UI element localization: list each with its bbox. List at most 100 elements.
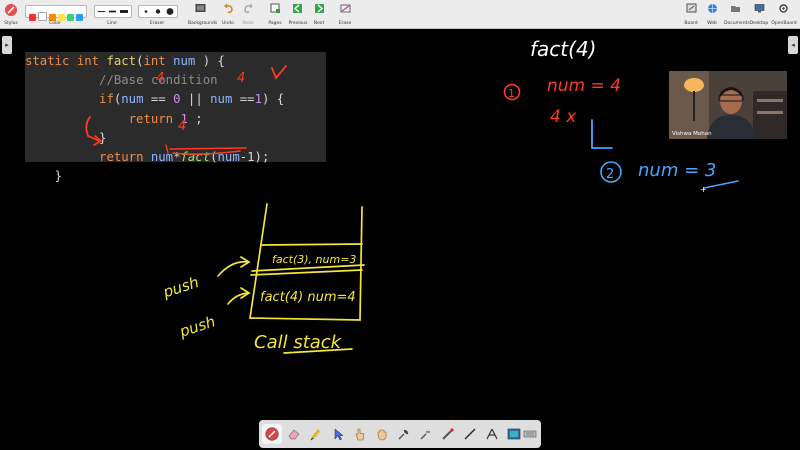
pointer-icon: [334, 428, 344, 441]
push-arrow-top: [217, 260, 249, 277]
code-snippet-panel: static int fact(int num ) { //Base condi…: [25, 52, 326, 183]
text-tool-button[interactable]: [482, 424, 502, 444]
zoom-in-tool-button[interactable]: [394, 424, 414, 444]
presenter-name: Vishwa Mohan: [672, 131, 712, 137]
code-block: static int fact(int num ) { //Base condi…: [25, 52, 284, 186]
line-width-selector[interactable]: [94, 5, 132, 18]
zoom-out-icon: [420, 431, 430, 440]
line-tool-button[interactable]: [460, 424, 480, 444]
hand-icon: [377, 429, 387, 441]
redo-button[interactable]: Redo: [238, 2, 258, 26]
eraser-group: Eraser: [137, 2, 178, 26]
code-line: return 1 ;: [25, 110, 284, 129]
color-swatch[interactable]: [38, 12, 47, 21]
backgrounds-icon: [195, 4, 206, 12]
pages-button[interactable]: Pages: [265, 2, 285, 26]
keyboard-icon: [523, 430, 537, 438]
eraser-icon: [288, 429, 300, 440]
code-line: if(num == 0 || num ==1) {: [25, 90, 284, 109]
marker-tool-button[interactable]: [306, 424, 326, 444]
stylus-button[interactable]: Stylus: [2, 2, 20, 26]
code-token: num: [173, 54, 196, 68]
code-token: //Base condition: [99, 73, 218, 88]
code-token: }: [54, 169, 63, 184]
drawing-tools-toolbar: [259, 420, 541, 448]
pointer-tool-button[interactable]: [328, 424, 348, 444]
code-token: num: [210, 92, 233, 107]
code-token: }: [99, 130, 107, 145]
zoom-out-tool-button[interactable]: [416, 424, 436, 444]
backgrounds-label: Backgrounds: [188, 21, 218, 26]
code-token: num: [217, 149, 240, 164]
right-panel-toggle[interactable]: ◂: [788, 36, 798, 54]
erase-button[interactable]: Erase: [335, 2, 355, 26]
web-button[interactable]: Web: [702, 2, 722, 26]
color-label: Color: [49, 21, 61, 26]
desktop-label: Desktop: [749, 21, 769, 26]
stylus-label: Stylus: [4, 21, 18, 26]
redo-icon: [244, 3, 253, 14]
color-swatch[interactable]: [49, 14, 56, 21]
code-token: ;: [187, 111, 203, 126]
code-token: return: [128, 111, 181, 126]
openboard-label: OpenBoard: [771, 21, 797, 26]
step1-result: 4 x: [550, 107, 577, 127]
desktop-button[interactable]: Desktop: [749, 2, 769, 26]
eraser-size-selector[interactable]: [138, 5, 178, 18]
zoom-in-icon: [398, 429, 409, 440]
code-token: ) {: [261, 92, 285, 107]
pen-icon: [265, 427, 279, 441]
call-stack-caption: Call stack: [254, 332, 343, 353]
presenter-image: [669, 71, 787, 139]
push-label-bottom: push: [176, 312, 217, 341]
openboard-icon: [779, 4, 788, 13]
backgrounds-button[interactable]: Backgrounds: [188, 2, 218, 26]
openboard-button[interactable]: OpenBoard: [771, 2, 797, 26]
play-tool-button[interactable]: [350, 424, 370, 444]
laser-tool-button[interactable]: [438, 424, 458, 444]
code-token: return: [99, 149, 151, 164]
code-token: if: [99, 92, 114, 107]
push-label-top: push: [160, 273, 201, 302]
keyboard-tool-button[interactable]: [521, 424, 539, 444]
next-button[interactable]: Next: [309, 2, 329, 26]
eraser-tool-button[interactable]: [284, 424, 304, 444]
call-stack-drawing: fact(3), num=3 fact(4) num=4 push push C…: [160, 203, 365, 354]
previous-label: Previous: [288, 21, 308, 26]
step2-circle: [600, 161, 622, 183]
board-button[interactable]: Board: [681, 2, 701, 26]
text-icon: [486, 428, 498, 440]
stack-container: [249, 203, 363, 321]
pen-tool-button[interactable]: [262, 424, 282, 444]
color-swatch[interactable]: [29, 14, 36, 21]
color-swatch[interactable]: [58, 14, 65, 21]
stack-frame-top: fact(3), num=3: [272, 253, 356, 266]
color-group: Color: [22, 2, 88, 26]
undo-button[interactable]: Undo: [218, 2, 238, 26]
top-toolbar: Stylus Color Line Eraser Backgrounds Und…: [0, 0, 800, 29]
erase-icon: [340, 4, 351, 13]
line-icon: [464, 428, 476, 440]
code-token: ==: [232, 92, 255, 107]
step2-number: 2: [606, 167, 614, 182]
color-swatch[interactable]: [67, 14, 74, 21]
color-swatch[interactable]: [76, 14, 83, 21]
pages-icon: [270, 3, 280, 13]
step1-number: 1: [508, 87, 515, 100]
web-label: Web: [707, 21, 717, 26]
caption-underline: [283, 348, 353, 354]
color-swatches[interactable]: [25, 5, 87, 21]
fact-heading: fact(4): [530, 37, 596, 61]
hand-tool-button[interactable]: [372, 424, 392, 444]
code-token: 0: [173, 92, 181, 107]
previous-button[interactable]: Previous: [287, 2, 309, 26]
eraser-label: Eraser: [149, 21, 165, 26]
expand-right-icon: ▸: [5, 41, 9, 49]
documents-label: Documents: [724, 21, 750, 26]
line-label: Line: [107, 21, 117, 26]
documents-button[interactable]: Documents: [724, 2, 750, 26]
left-panel-toggle[interactable]: ▸: [2, 36, 12, 54]
